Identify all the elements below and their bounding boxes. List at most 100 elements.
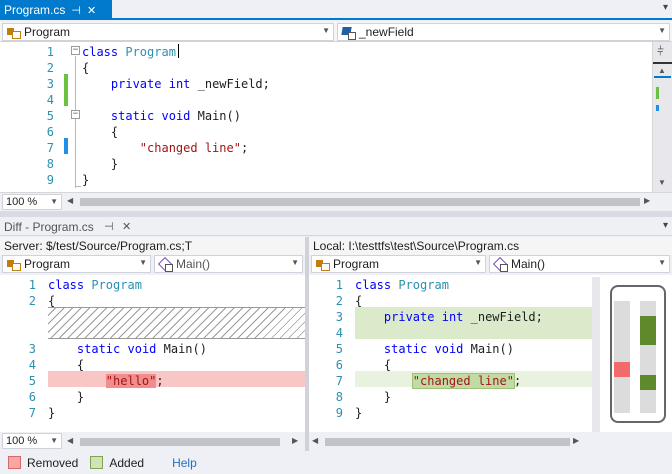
pin-icon[interactable]: ⊣ (71, 4, 81, 17)
class-icon (6, 26, 21, 39)
code-token: static (383, 342, 428, 356)
line-number: 4 (335, 326, 343, 340)
line-number: 6 (46, 125, 54, 139)
right-class-selector[interactable]: Program ▼ (311, 255, 486, 273)
diff-tab-bar: Diff - Program.cs ⊣ ✕ ▾ (0, 218, 672, 236)
code-token: int (441, 310, 464, 324)
overview-server-column (614, 301, 630, 413)
split-icon[interactable]: ⫩ (657, 44, 664, 59)
code-line: private int _newField; (355, 309, 543, 325)
code-token: static (110, 109, 155, 123)
overview-removed-block (614, 362, 630, 377)
diff-scrollbar[interactable] (592, 277, 600, 432)
local-diff-pane[interactable]: 1 class Program 2 {3 private int _newField;… (309, 275, 600, 432)
class-selector[interactable]: Program ▼ (2, 23, 334, 41)
scroll-left-icon[interactable]: ◀ (67, 436, 73, 445)
code-line: } (48, 405, 55, 421)
local-path: Local: I:\testtfs\test\Source\Program.cs (313, 239, 520, 253)
outline-line (75, 56, 76, 188)
collapse-icon[interactable]: − (71, 46, 80, 55)
diff-tab-title[interactable]: Diff - Program.cs (4, 220, 94, 234)
close-icon[interactable]: ✕ (87, 4, 96, 17)
tab-title: Program.cs (4, 3, 66, 17)
class-selector-value: Program (24, 25, 71, 39)
horizontal-scroll-thumb[interactable] (80, 198, 640, 206)
class-icon (315, 258, 330, 271)
code-token: Main() (463, 342, 514, 356)
left-class-selector[interactable]: Program ▼ (2, 255, 151, 273)
code-editor[interactable]: − − 1 class Program 2 {3 private int _newFi… (0, 42, 652, 192)
scroll-left-icon[interactable]: ◀ (312, 436, 318, 445)
field-icon (341, 26, 356, 40)
collapse-icon[interactable]: − (71, 110, 80, 119)
scroll-up-icon[interactable]: ▲ (658, 66, 666, 75)
server-path: Server: $/test/Source/Program.cs;T (4, 239, 193, 253)
code-token: Program (398, 278, 449, 292)
chevron-down-icon: ▼ (50, 197, 58, 206)
line-number: 5 (28, 374, 36, 388)
code-line: static void Main() (48, 341, 207, 357)
line-number: 8 (46, 157, 54, 171)
zoom-selector[interactable]: 100 % ▼ (2, 194, 62, 210)
left-zoom-bar: 100 % ▼ ◀ ▶ (0, 432, 305, 451)
left-member-selector[interactable]: Main() ▼ (154, 255, 303, 273)
tab-program-cs[interactable]: Program.cs ⊣ ✕ (0, 0, 112, 20)
splitter-handle[interactable] (653, 62, 672, 64)
line-number: 4 (46, 93, 54, 107)
change-bar-modified (64, 138, 68, 154)
code-line: } (355, 405, 362, 421)
line-number: 6 (28, 390, 36, 404)
editor-vertical-scrollbar[interactable]: ⫩ ▲ ▼ (652, 42, 672, 192)
code-token: } (355, 390, 392, 404)
server-diff-pane[interactable]: 1 class Program 2 {3 static void Main() 4 {5… (0, 275, 305, 432)
code-token: "hello" (105, 374, 157, 388)
code-line: { (48, 357, 84, 373)
horizontal-scroll-thumb[interactable] (325, 438, 570, 446)
class-icon (6, 258, 21, 271)
local-path-bar: Local: I:\testtfs\test\Source\Program.cs (309, 237, 672, 255)
document-tab-bar: Program.cs ⊣ ✕ ▾ (0, 0, 672, 20)
pin-icon[interactable]: ⊣ (104, 220, 114, 233)
horizontal-scroll-thumb[interactable] (80, 438, 280, 446)
removed-swatch (8, 456, 21, 469)
code-token: } (82, 173, 90, 187)
window-splitter[interactable] (0, 211, 672, 217)
zoom-selector[interactable]: 100 % ▼ (2, 433, 62, 449)
right-member-value: Main() (511, 257, 546, 271)
scroll-left-icon[interactable]: ◀ (67, 196, 73, 205)
scroll-down-icon[interactable]: ▼ (658, 178, 666, 187)
close-icon[interactable]: ✕ (122, 220, 131, 233)
code-token: void (434, 342, 464, 356)
code-token: _newField; (463, 310, 543, 324)
help-link[interactable]: Help (172, 456, 197, 470)
code-token: void (127, 342, 157, 356)
member-selector[interactable]: _newField ▼ (337, 23, 670, 41)
diff-overview-map[interactable] (592, 275, 672, 432)
chevron-down-icon: ▼ (322, 26, 330, 35)
right-member-selector[interactable]: Main() ▼ (489, 255, 670, 273)
zoom-value: 100 % (6, 196, 38, 208)
server-path-bar: Server: $/test/Source/Program.cs;T (0, 237, 305, 255)
code-line: { (82, 60, 89, 76)
scroll-right-icon[interactable]: ▶ (573, 436, 579, 445)
code-token: { (48, 358, 85, 372)
code-token: { (82, 61, 90, 75)
code-token: void (161, 109, 191, 123)
line-number: 2 (46, 61, 54, 75)
scroll-right-icon[interactable]: ▶ (644, 196, 650, 205)
code-token: ; (513, 374, 522, 388)
tab-dropdown-icon[interactable]: ▾ (663, 220, 668, 231)
scroll-right-icon[interactable]: ▶ (292, 436, 298, 445)
tab-dropdown-icon[interactable]: ▾ (663, 2, 668, 13)
chevron-down-icon: ▼ (474, 258, 482, 267)
chevron-down-icon: ▼ (658, 258, 666, 267)
chevron-down-icon: ▼ (50, 436, 58, 445)
outline-end (75, 186, 81, 187)
